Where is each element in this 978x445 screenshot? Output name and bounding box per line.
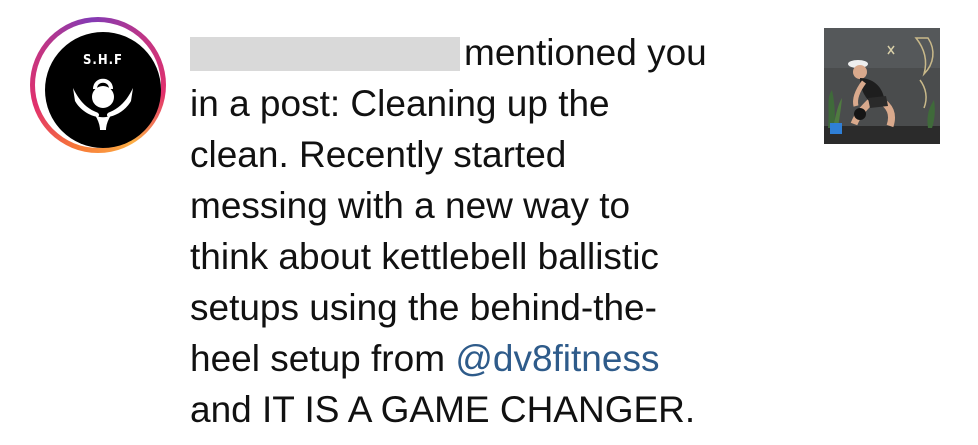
avatar-ring-gap: S.H.F xyxy=(35,22,161,148)
message-line-2: in a post: Cleaning up the xyxy=(190,83,610,124)
message-line-8: and IT IS A GAME CHANGER. xyxy=(190,389,696,430)
message-line-4: messing with a new way to xyxy=(190,185,631,226)
avatar-initials: S.H.F xyxy=(82,53,124,68)
message-line-1-text: mentioned you xyxy=(464,32,707,73)
message-line-1: mentioned you xyxy=(190,27,790,78)
message-line-6: setups using the behind-the- xyxy=(190,287,657,328)
mention-notification[interactable]: S.H.F mentioned you in a post: Cleaning … xyxy=(0,0,978,445)
post-thumbnail[interactable] xyxy=(824,28,940,144)
message-line-5: think about kettlebell ballistic xyxy=(190,236,659,277)
message-line-7-text: heel setup from xyxy=(190,338,456,379)
message-line-3: clean. Recently started xyxy=(190,134,567,175)
mention-link[interactable]: @dv8fitness xyxy=(455,338,659,379)
kettlebell-hands-icon xyxy=(73,78,133,130)
redacted-username xyxy=(190,37,460,71)
message-line-7: heel setup from @dv8fitness xyxy=(190,333,790,384)
avatar[interactable]: S.H.F xyxy=(45,32,161,148)
notification-message[interactable]: mentioned you in a post: Cleaning up the… xyxy=(190,27,790,435)
story-ring[interactable]: S.H.F xyxy=(30,17,166,153)
